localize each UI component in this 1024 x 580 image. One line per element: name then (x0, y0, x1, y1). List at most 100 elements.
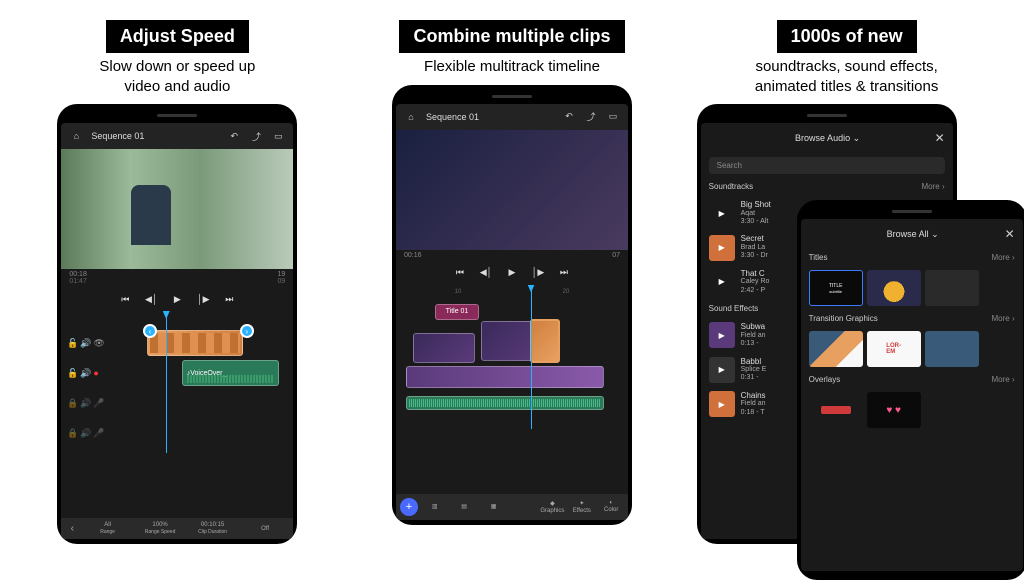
lock-icon[interactable]: 🔒 (67, 398, 77, 408)
phone-1: ⌂ Sequence 01 ↶ ⤴ ▭ 00:1801:47 1909 ⏮ ◀│… (57, 104, 297, 544)
play-icon[interactable]: ▶ (709, 391, 735, 417)
play-icon[interactable]: ▶ (709, 269, 735, 295)
play-icon[interactable]: ▶ (709, 357, 735, 383)
lock-icon[interactable]: 🔓 (67, 338, 77, 348)
playhead[interactable] (531, 285, 532, 429)
video-clip-1[interactable] (413, 333, 475, 363)
col1-subtitle: Slow down or speed up video and audio (99, 57, 255, 96)
play-icon[interactable]: ▶ (169, 291, 185, 307)
title-tile[interactable]: TITLEsubtitle (809, 270, 863, 306)
share-icon[interactable]: ⤴ (584, 110, 598, 124)
playhead[interactable] (166, 311, 167, 453)
tools-bottom-bar: + ▥ ▤ ▦ ◆Graphics ✦Effects ◐Color (396, 494, 628, 520)
prev-icon[interactable]: ⏮ (452, 265, 468, 281)
timeline[interactable]: 🔓 🔊 👁 ‹ › 🔓 🔊 (61, 311, 293, 453)
search-input[interactable]: Search (709, 157, 945, 174)
video-clip[interactable] (147, 330, 244, 356)
close-icon[interactable]: ✕ (935, 131, 945, 145)
volume-icon[interactable]: 🔊 (80, 398, 90, 408)
play-icon[interactable]: ▶ (709, 235, 735, 261)
tool-1-icon[interactable]: ▥ (422, 503, 447, 510)
audio-wave[interactable] (406, 396, 604, 410)
sequence-title: Sequence 01 (91, 131, 219, 141)
mic-icon[interactable]: 🎤 (93, 398, 103, 408)
title-tile-3[interactable] (925, 270, 979, 306)
browse-header: Browse All ⌄ ✕ (801, 219, 1023, 249)
timeline[interactable]: 1020 Title 01 (396, 285, 628, 429)
chevron-down-icon[interactable]: ⌄ (853, 133, 861, 143)
prev-icon[interactable]: ⏮ (117, 291, 133, 307)
more-link[interactable]: More › (992, 375, 1015, 384)
more-link[interactable]: More › (922, 182, 945, 191)
undo-icon[interactable]: ↶ (562, 110, 576, 124)
col2-subtitle: Flexible multitrack timeline (424, 57, 600, 77)
step-back-icon[interactable]: ◀│ (478, 265, 494, 281)
next-icon[interactable]: ⏭ (556, 265, 572, 281)
transitions-label: Transition Graphics (809, 314, 878, 323)
timecodes: 00:16 07 (396, 250, 628, 261)
back-icon[interactable]: ‹ (65, 523, 79, 534)
col3-subtitle: soundtracks, sound effects, animated tit… (755, 57, 938, 96)
play-icon[interactable]: ▶ (709, 322, 735, 348)
retro-tile[interactable] (867, 270, 921, 306)
video-strip[interactable] (406, 366, 604, 388)
titles-label: Titles (809, 253, 828, 262)
preview-player[interactable] (396, 130, 628, 250)
clip-duration[interactable]: 00:10:15Clip Duration (188, 522, 237, 535)
home-icon[interactable]: ⌂ (404, 110, 418, 124)
transport: ⏮ ◀│ ▶ │▶ ⏭ (396, 261, 628, 285)
effects-label: Sound Effects (709, 304, 759, 313)
overlay-tile-3[interactable] (925, 392, 979, 428)
more-link[interactable]: More › (992, 314, 1015, 323)
tool-3-icon[interactable]: ▦ (481, 503, 506, 510)
lock-icon[interactable]: 🔒 (67, 428, 77, 438)
comment-icon[interactable]: ▭ (606, 110, 620, 124)
close-icon[interactable]: ✕ (1005, 227, 1015, 241)
play-icon[interactable]: ▶ (504, 265, 520, 281)
add-button[interactable]: + (400, 498, 418, 516)
play-icon[interactable]: ▶ (709, 200, 735, 226)
effects-tab[interactable]: ✦Effects (569, 500, 594, 514)
title-clip[interactable]: Title 01 (435, 304, 479, 320)
step-fwd-icon[interactable]: │▶ (195, 291, 211, 307)
tool-2-icon[interactable]: ▤ (451, 503, 476, 510)
more-link[interactable]: More › (992, 253, 1015, 262)
transport: ⏮ ◀│ ▶ │▶ ⏭ (61, 287, 293, 311)
volume-icon[interactable]: 🔊 (80, 428, 90, 438)
lock-icon[interactable]: 🔓 (67, 368, 77, 378)
eye-icon[interactable]: 👁 (93, 338, 103, 348)
phone-2: ⌂ Sequence 01 ↶ ⤴ ▭ 00:16 07 ⏮ ◀│ ▶ │▶ ⏭ (392, 85, 632, 525)
undo-icon[interactable]: ↶ (227, 129, 241, 143)
color-tab[interactable]: ◐Color (599, 500, 624, 513)
transition-tile[interactable] (809, 331, 863, 367)
col1-title: Adjust Speed (106, 20, 249, 53)
step-back-icon[interactable]: ◀│ (143, 291, 159, 307)
subscribe-tile[interactable] (809, 392, 863, 428)
voiceover-clip[interactable]: ♪ VoiceOver_ (182, 360, 279, 386)
volume-icon[interactable]: 🔊 (80, 338, 90, 348)
range-all[interactable]: AllRange (83, 522, 132, 535)
preview-player[interactable] (61, 149, 293, 269)
off-toggle[interactable]: Off (241, 526, 290, 532)
transition-tile-3[interactable] (925, 331, 979, 367)
soundtracks-label: Soundtracks (709, 182, 753, 191)
step-fwd-icon[interactable]: │▶ (530, 265, 546, 281)
range-speed[interactable]: 100%Range Speed (136, 522, 185, 535)
share-icon[interactable]: ⤴ (249, 129, 263, 143)
chevron-down-icon[interactable]: ⌄ (931, 229, 939, 239)
next-icon[interactable]: ⏭ (221, 291, 237, 307)
graphics-tab[interactable]: ◆Graphics (540, 500, 565, 514)
comment-icon[interactable]: ▭ (271, 129, 285, 143)
col2-title: Combine multiple clips (399, 20, 624, 53)
volume-icon[interactable]: 🔊 (80, 368, 90, 378)
video-clip-selected[interactable] (530, 319, 561, 363)
clip-handle-left[interactable]: ‹ (143, 324, 157, 338)
lorem-tile[interactable]: LOR- EM (867, 331, 921, 367)
clip-handle-right[interactable]: › (240, 324, 254, 338)
home-icon[interactable]: ⌂ (69, 129, 83, 143)
record-icon[interactable]: ● (93, 368, 103, 378)
browse-header: Browse Audio ⌄ ✕ (701, 123, 953, 153)
mic-icon[interactable]: 🎤 (93, 428, 103, 438)
topbar: ⌂ Sequence 01 ↶ ⤴ ▭ (396, 104, 628, 130)
hearts-tile[interactable]: ♥ ♥ (867, 392, 921, 428)
